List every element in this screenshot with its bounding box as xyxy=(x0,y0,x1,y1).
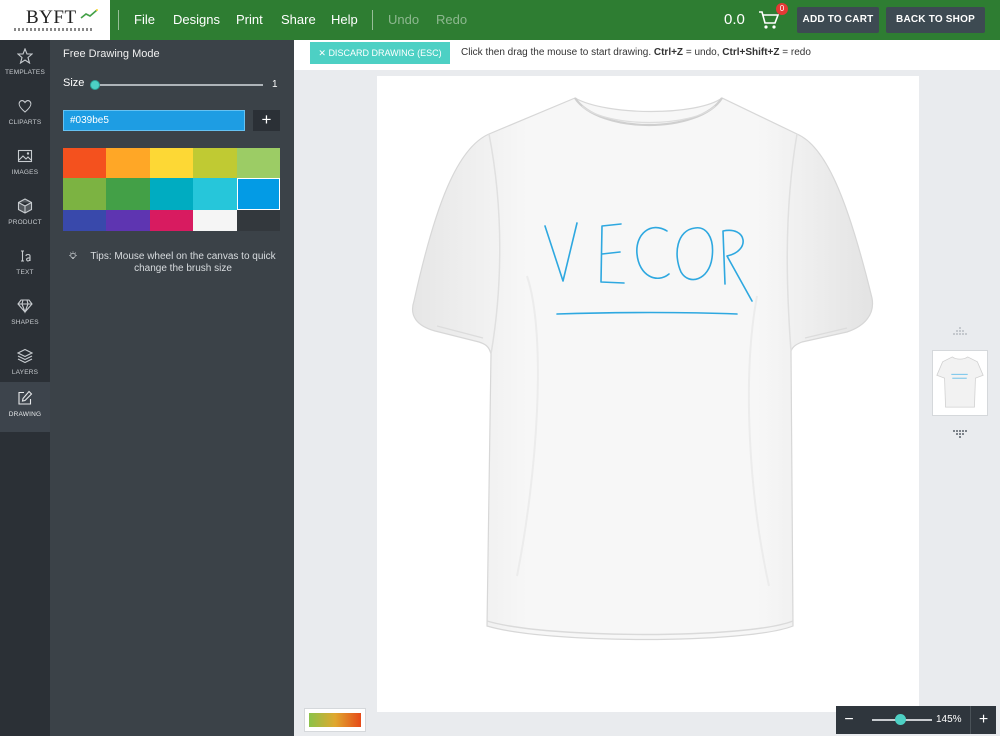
hint-undo: = undo, xyxy=(685,47,720,58)
top-bar: BYFT File Designs Print Share Help Undo … xyxy=(0,0,1000,40)
rail-label: TEMPLATES xyxy=(5,69,45,76)
brush-size-slider[interactable] xyxy=(95,84,263,86)
hint-redo-key: Ctrl+Shift+Z xyxy=(722,47,780,58)
menu-file[interactable]: File xyxy=(134,12,155,27)
color-swatch[interactable] xyxy=(193,148,237,178)
color-swatch[interactable] xyxy=(236,178,280,210)
back-to-shop-button[interactable]: BACK TO SHOP xyxy=(886,7,985,33)
color-swatch[interactable] xyxy=(149,178,194,210)
zoom-slider-thumb[interactable] xyxy=(895,714,906,725)
diamond-icon xyxy=(17,299,33,314)
hint-redo: = redo xyxy=(782,47,811,58)
layers-icon xyxy=(17,348,33,364)
tshirt-mockup xyxy=(412,97,874,641)
discard-label: DISCARD DRAWING (ESC) xyxy=(328,48,442,58)
drawing-hint: Click then drag the mouse to start drawi… xyxy=(461,47,811,58)
panel-title: Free Drawing Mode xyxy=(63,48,160,60)
scroll-up-icon[interactable] xyxy=(950,326,970,340)
color-swatch[interactable] xyxy=(149,148,194,178)
color-swatch[interactable] xyxy=(149,210,194,231)
text-icon xyxy=(21,250,31,262)
divider xyxy=(372,10,373,30)
rail-item-drawing[interactable]: DRAWING xyxy=(0,382,50,432)
logo[interactable]: BYFT xyxy=(0,0,110,40)
rail-item-images[interactable]: IMAGES xyxy=(0,140,50,190)
hint-text: Click then drag the mouse to start drawi… xyxy=(461,47,652,58)
heart-icon xyxy=(18,99,32,113)
close-icon: ✕ xyxy=(318,48,329,58)
color-swatch[interactable] xyxy=(193,178,237,210)
menu-designs[interactable]: Designs xyxy=(173,12,220,27)
color-swatch[interactable] xyxy=(106,210,150,231)
left-rail: TEMPLATES CLIPARTS IMAGES PRODUCT TEXT S… xyxy=(0,40,50,736)
cart-price: 0.0 xyxy=(724,11,745,28)
zoom-value: 145% xyxy=(936,714,962,725)
menu-share[interactable]: Share xyxy=(281,12,316,27)
color-gradient-swatch xyxy=(309,713,361,727)
add-color-button[interactable]: + xyxy=(253,110,280,131)
zoom-out-button[interactable]: − xyxy=(836,706,862,734)
product-view-thumbnail[interactable] xyxy=(932,350,988,416)
color-swatch[interactable] xyxy=(63,178,107,210)
rail-label: IMAGES xyxy=(11,169,39,176)
drawing-toolbar: ✕ DISCARD DRAWING (ESC) Click then drag … xyxy=(294,40,1000,70)
rail-item-text[interactable]: TEXT xyxy=(0,240,50,290)
rail-label: LAYERS xyxy=(11,369,39,376)
rail-item-cliparts[interactable]: CLIPARTS xyxy=(0,90,50,140)
undo-button[interactable]: Undo xyxy=(388,12,419,27)
color-swatch[interactable] xyxy=(106,148,150,178)
image-icon xyxy=(17,149,33,163)
logo-mark-icon xyxy=(80,9,98,19)
tshirt-thumbnail-icon xyxy=(936,356,984,408)
color-swatch[interactable] xyxy=(63,148,107,178)
brush-size-slider-thumb[interactable] xyxy=(90,80,100,90)
cart-count-badge: 0 xyxy=(776,3,788,15)
brush-color-input[interactable] xyxy=(63,110,245,131)
star-icon xyxy=(17,48,33,64)
color-swatch[interactable] xyxy=(236,210,280,231)
rail-label: CLIPARTS xyxy=(8,119,42,126)
zoom-in-button[interactable]: + xyxy=(970,706,996,734)
tips-text: Tips: Mouse wheel on the canvas to quick… xyxy=(90,251,276,274)
color-swatch[interactable] xyxy=(106,178,150,210)
logo-text: BYFT xyxy=(26,7,77,28)
add-to-cart-button[interactable]: ADD TO CART xyxy=(797,7,879,33)
rail-label: PRODUCT xyxy=(8,219,42,226)
redo-button[interactable]: Redo xyxy=(436,12,467,27)
size-label: Size xyxy=(63,77,85,89)
rail-item-templates[interactable]: TEMPLATES xyxy=(0,40,50,90)
discard-drawing-button[interactable]: ✕ DISCARD DRAWING (ESC) xyxy=(310,42,450,64)
design-canvas[interactable] xyxy=(377,76,919,712)
color-swatch[interactable] xyxy=(236,148,280,178)
menu-print[interactable]: Print xyxy=(236,12,263,27)
rail-item-product[interactable]: PRODUCT xyxy=(0,190,50,240)
zoom-control: − 145% + xyxy=(836,706,996,734)
scroll-down-icon[interactable] xyxy=(950,428,970,442)
drawing-panel: Free Drawing Mode Size 1 + Tips: Mouse w… xyxy=(50,40,294,736)
cube-icon xyxy=(17,198,33,214)
lightbulb-icon xyxy=(69,251,77,259)
rail-item-shapes[interactable]: SHAPES xyxy=(0,290,50,340)
hint-undo-key: Ctrl+Z xyxy=(653,47,684,58)
logo-tagline xyxy=(14,28,94,31)
rail-label: TEXT xyxy=(16,269,34,276)
brush-size-value: 1 xyxy=(272,79,278,90)
divider xyxy=(118,10,119,30)
color-swatch[interactable] xyxy=(193,210,237,231)
color-swatch-grid xyxy=(63,148,280,233)
pencil-icon xyxy=(18,390,33,405)
menu-help[interactable]: Help xyxy=(331,12,358,27)
color-swatch[interactable] xyxy=(63,210,107,231)
background-color-picker[interactable] xyxy=(304,708,366,732)
rail-label: DRAWING xyxy=(8,411,42,418)
rail-label: SHAPES xyxy=(11,319,39,326)
